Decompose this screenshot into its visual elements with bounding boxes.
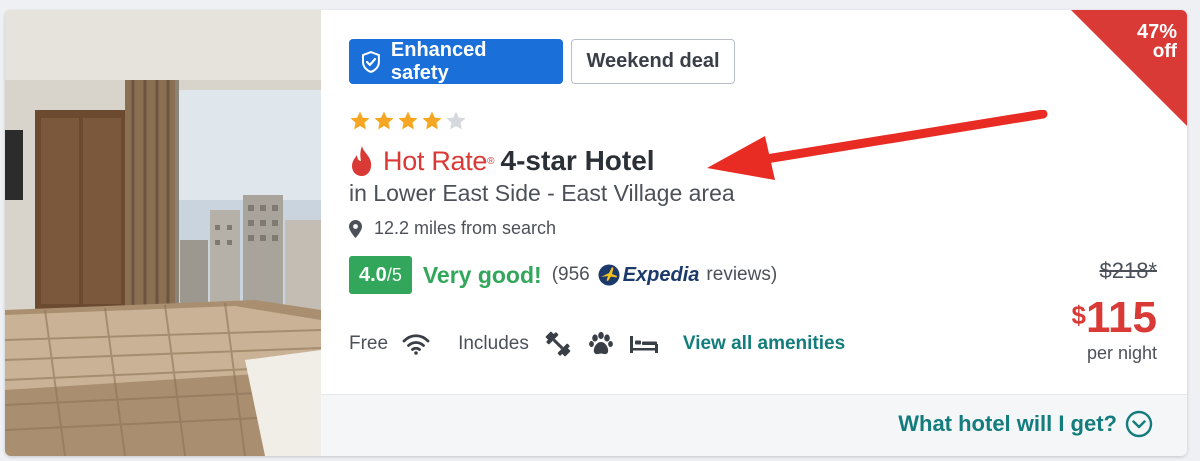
annotation-arrow <box>707 110 1048 180</box>
registered-mark: ® <box>487 155 495 167</box>
star-filled-icon <box>422 111 442 130</box>
free-label: Free <box>349 333 389 354</box>
weekend-deal-badge[interactable]: Weekend deal <box>571 39 735 84</box>
discount-off: off <box>1152 41 1177 62</box>
view-all-amenities-link[interactable]: View all amenities <box>683 333 845 355</box>
expedia-label: Expedia <box>622 263 700 286</box>
map-pin-icon <box>349 219 362 238</box>
reviews-suffix: reviews) <box>706 264 778 285</box>
what-hotel-label: What hotel will I get? <box>898 411 1117 436</box>
guest-rating: 4.0/5 Very good! (956 Expedia reviews) <box>349 256 777 294</box>
star-empty-icon <box>446 111 466 130</box>
price-amount: 115 <box>1086 293 1157 342</box>
score-value: 4.0 <box>359 263 387 286</box>
badge-row: Enhanced safety Weekend deal <box>349 39 735 84</box>
wifi-icon <box>402 334 430 355</box>
price-currency: $ <box>1071 300 1087 330</box>
paw-icon <box>588 331 613 355</box>
expedia-logo-icon <box>598 264 620 286</box>
star-filled-icon <box>374 111 394 130</box>
enhanced-safety-label: Enhanced safety <box>390 38 487 84</box>
card-footer: What hotel will I get? <box>321 394 1187 456</box>
flame-icon <box>352 146 372 176</box>
hotel-type-label: 4-star Hotel <box>500 145 655 176</box>
distance-text: 12.2 miles from search <box>374 218 557 238</box>
hotel-area: in Lower East Side - East Village area <box>349 180 735 206</box>
score-max: /5 <box>386 264 402 285</box>
hotel-photo[interactable] <box>5 10 321 456</box>
review-count: (956 Expedia reviews) <box>552 264 777 287</box>
what-hotel-link[interactable]: What hotel will I get? <box>898 410 1153 438</box>
includes-label: Includes <box>458 333 529 354</box>
discount-label: 47% off <box>1137 22 1177 62</box>
score-badge: 4.0/5 <box>349 256 412 294</box>
sale-price: $ 115 <box>1072 294 1157 342</box>
enhanced-safety-badge[interactable]: Enhanced safety <box>349 39 563 84</box>
star-filled-icon <box>350 111 370 130</box>
rating-word: Very good! <box>422 261 542 288</box>
price-unit: per night <box>1086 343 1157 363</box>
chevron-down-circle-icon <box>1125 410 1153 438</box>
bed-icon <box>629 336 658 353</box>
amenities-row: Free Includes View all amenities <box>349 328 845 360</box>
hotel-card[interactable]: Enhanced safety Weekend deal Hot Rate ® … <box>5 10 1187 456</box>
discount-percent: 47% <box>1136 21 1177 43</box>
shield-check-icon <box>361 50 380 73</box>
star-filled-icon <box>398 111 418 130</box>
original-price: $218* <box>1099 258 1157 283</box>
hot-rate-label: Hot Rate <box>383 145 488 176</box>
weekend-deal-label: Weekend deal <box>586 50 720 72</box>
dumbbell-icon <box>545 331 571 357</box>
star-rating <box>349 110 467 132</box>
hotel-title[interactable]: Hot Rate ® 4-star Hotel <box>349 143 655 179</box>
reviews-prefix: (956 <box>551 264 590 285</box>
distance-row: 12.2 miles from search <box>349 218 556 239</box>
